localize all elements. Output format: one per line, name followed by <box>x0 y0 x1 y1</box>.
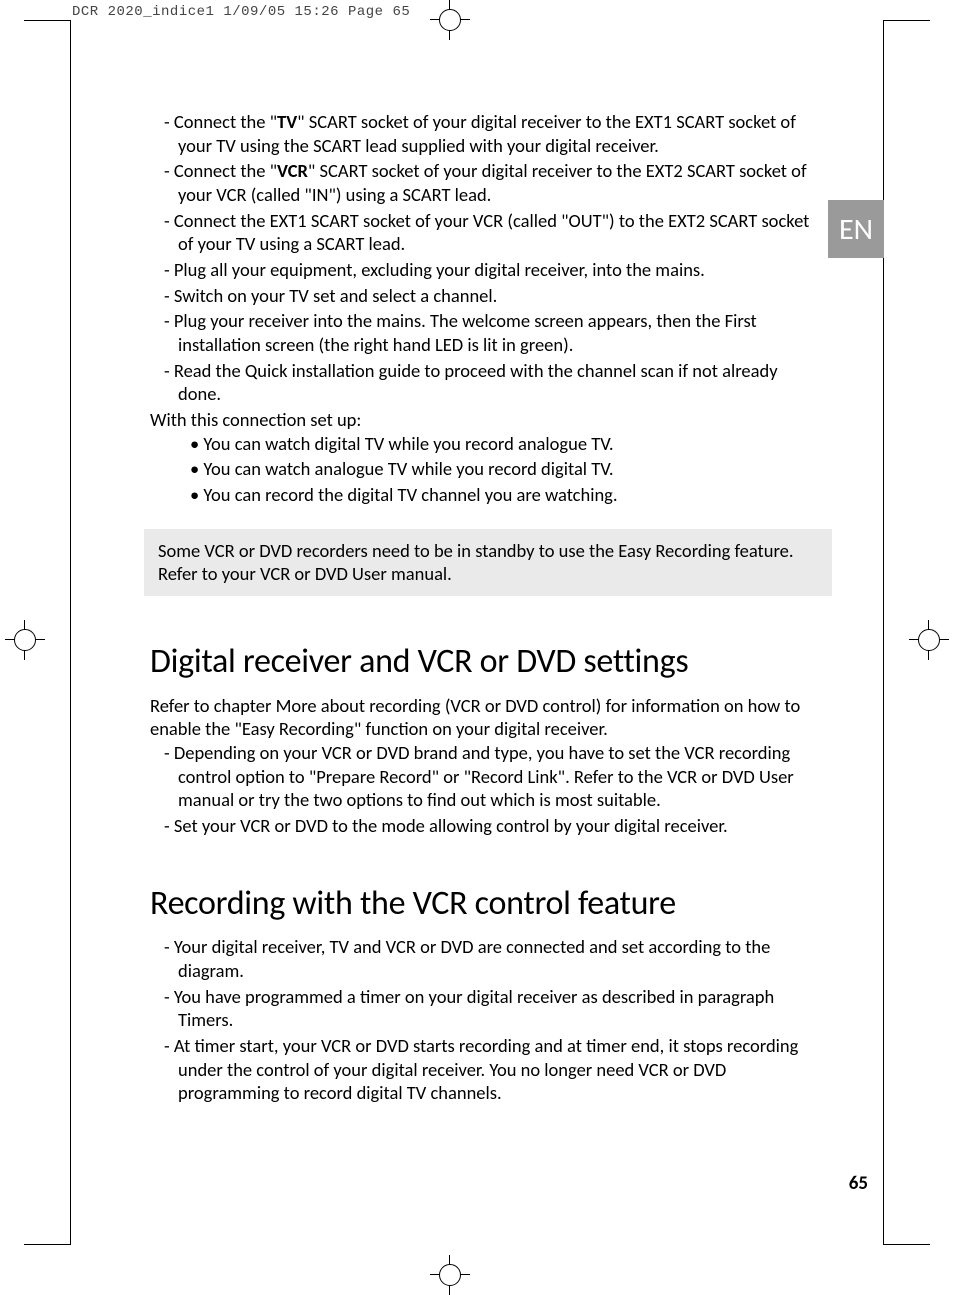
list-item: Your digital receiver, TV and VCR or DVD… <box>150 935 810 982</box>
list-item: You can watch digital TV while you recor… <box>184 432 810 456</box>
registration-mark <box>909 620 949 660</box>
list-item: Depending on your VCR or DVD brand and t… <box>150 741 810 812</box>
text: Connect the " <box>174 110 277 133</box>
registration-mark <box>430 1255 470 1295</box>
settings-list: Depending on your VCR or DVD brand and t… <box>150 741 810 838</box>
note-box: Some VCR or DVD recorders need to be in … <box>144 529 832 596</box>
list-item: Plug your receiver into the mains. The w… <box>150 309 810 356</box>
list-item: Plug all your equipment, excluding your … <box>150 258 810 282</box>
section-heading: Digital receiver and VCR or DVD settings <box>150 640 810 684</box>
crop-mark <box>24 20 70 21</box>
crop-mark <box>884 20 930 21</box>
page-number: 65 <box>849 1172 868 1195</box>
registration-mark <box>430 0 470 40</box>
section-intro: Refer to chapter More about recording (V… <box>150 694 810 741</box>
page-content: Connect the "TV" SCART socket of your di… <box>150 110 810 1107</box>
language-tab: EN <box>828 200 884 258</box>
list-item: Set your VCR or DVD to the mode allowing… <box>150 814 810 838</box>
registration-mark <box>5 620 45 660</box>
bold-text: TV <box>277 110 297 133</box>
list-item: You can record the digital TV channel yo… <box>184 483 810 507</box>
text: Connect the " <box>174 159 277 182</box>
bold-text: VCR <box>277 159 308 182</box>
crop-mark <box>24 1244 70 1245</box>
crop-mark <box>70 20 71 1245</box>
list-item: At timer start, your VCR or DVD starts r… <box>150 1034 810 1105</box>
recording-list: Your digital receiver, TV and VCR or DVD… <box>150 935 810 1105</box>
list-item: Connect the "TV" SCART socket of your di… <box>150 110 810 157</box>
list-item: Connect the EXT1 SCART socket of your VC… <box>150 209 810 256</box>
connection-steps-list: Connect the "TV" SCART socket of your di… <box>150 110 810 406</box>
list-item: You can watch analogue TV while you reco… <box>184 457 810 481</box>
prepress-slug: DCR 2020_indice1 1/09/05 15:26 Page 65 <box>72 4 410 20</box>
list-item: Read the Quick installation guide to pro… <box>150 359 810 406</box>
list-item: Switch on your TV set and select a chann… <box>150 284 810 308</box>
lead-paragraph: With this connection set up: <box>150 408 810 432</box>
crop-mark <box>884 1244 930 1245</box>
capabilities-list: You can watch digital TV while you recor… <box>184 432 810 507</box>
section-heading: Recording with the VCR control feature <box>150 882 810 926</box>
list-item: You have programmed a timer on your digi… <box>150 985 810 1032</box>
list-item: Connect the "VCR" SCART socket of your d… <box>150 159 810 206</box>
